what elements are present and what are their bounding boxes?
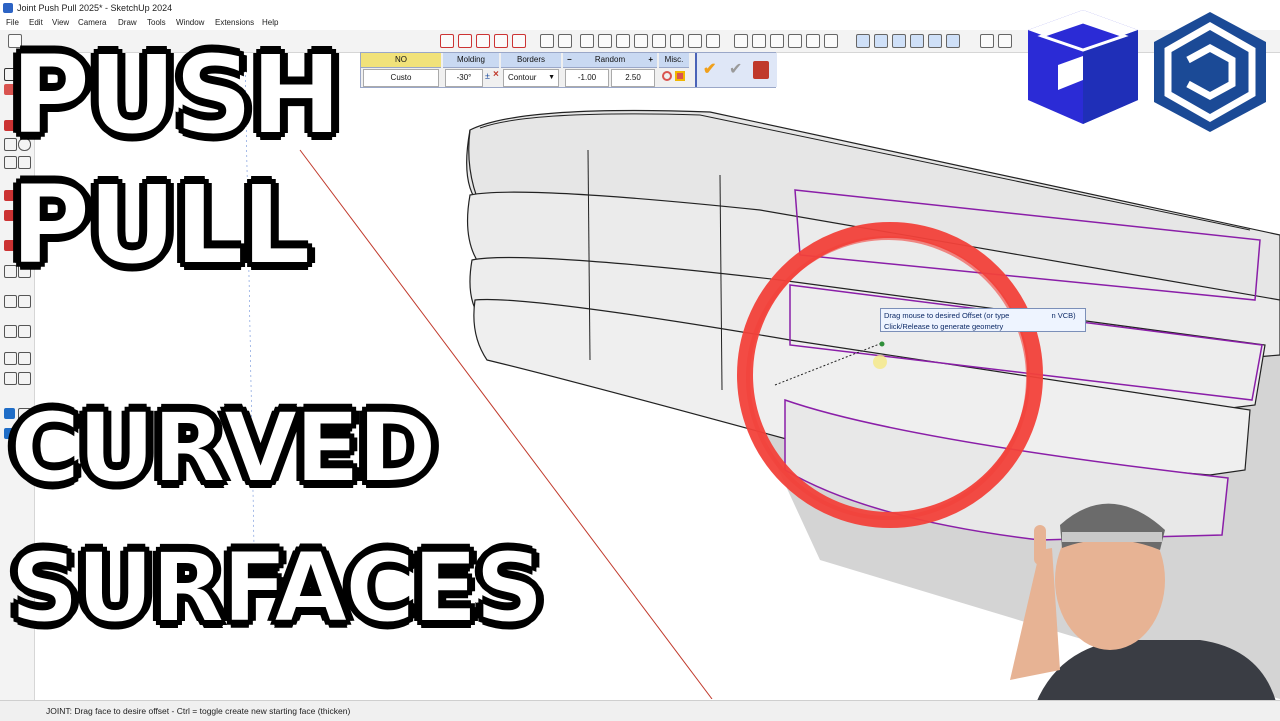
extension-cube-logo-icon (1028, 10, 1138, 124)
borders-value: Contour (508, 73, 537, 82)
chevron-down-icon: ▼ (548, 74, 555, 81)
joint-push-pull-panel: NO Custo Molding -30° ± × Borders Contou… (360, 52, 777, 88)
3d-text-icon[interactable] (18, 325, 31, 338)
status-text: JOINT: Drag face to desire offset - Ctrl… (46, 706, 351, 716)
sketchup-logo-icon (1154, 12, 1266, 132)
protractor-tool-icon[interactable] (4, 295, 17, 308)
random-min-field[interactable]: -1.00 (565, 69, 609, 87)
cancel-icon[interactable]: ✔ (729, 61, 747, 79)
drag-tooltip: Drag mouse to desired Offset (or type n … (880, 308, 1086, 332)
menu-edit[interactable]: Edit (29, 16, 43, 30)
molding-angle-field[interactable]: -30° (445, 69, 483, 87)
panel-section-molding: Molding -30° ± × (443, 53, 499, 87)
headline-curved: CURVED (9, 392, 438, 504)
ok-check-icon[interactable]: ✔ (703, 61, 721, 79)
headline-pull: PULL (9, 161, 312, 289)
menu-view[interactable]: View (52, 16, 69, 30)
menu-draw[interactable]: Draw (118, 16, 137, 30)
menu-camera[interactable]: Camera (78, 16, 106, 30)
panel-section-random: − Random + -1.00 2.50 (563, 53, 657, 87)
menu-extensions[interactable]: Extensions (215, 16, 254, 30)
app-icon (3, 3, 13, 13)
random-header-label: Random (594, 55, 626, 64)
drag-endpoint (879, 341, 885, 347)
molding-clear-icon[interactable]: × (493, 69, 499, 80)
tooltip-line2: Click/Release to generate geometry (884, 322, 1004, 331)
menu-window[interactable]: Window (176, 16, 204, 30)
rotate-icon[interactable] (458, 34, 472, 48)
top-view-icon[interactable] (752, 34, 766, 48)
random-plus-button[interactable]: + (648, 53, 653, 67)
tooltip-line1: Drag mouse to desired Offset (or type (884, 311, 1010, 320)
molding-header: Molding (443, 53, 499, 68)
pan-icon[interactable] (598, 34, 612, 48)
headline-surfaces: SURFACES (9, 532, 545, 644)
misc-header: Misc. (659, 53, 689, 68)
custom-field[interactable]: Custo (363, 69, 439, 87)
iso-view-icon[interactable] (734, 34, 748, 48)
pan-tool-icon[interactable] (18, 352, 31, 365)
menu-file[interactable]: File (6, 16, 19, 30)
front-view-icon[interactable] (770, 34, 784, 48)
cursor-highlight (873, 355, 887, 369)
back-view-icon[interactable] (806, 34, 820, 48)
scale-icon[interactable] (476, 34, 490, 48)
walk-icon[interactable] (706, 34, 720, 48)
monochrome-icon[interactable] (946, 34, 960, 48)
tape-icon[interactable] (540, 34, 554, 48)
text-icon[interactable] (18, 295, 31, 308)
offset-icon[interactable] (494, 34, 508, 48)
left-view-icon[interactable] (824, 34, 838, 48)
zoom-extents-icon[interactable] (652, 34, 666, 48)
zoom-tool-icon[interactable] (4, 372, 17, 385)
tooltip-line1-tail: n VCB) (1051, 311, 1076, 320)
orbit-tool-icon[interactable] (4, 352, 17, 365)
shaded-icon[interactable] (910, 34, 924, 48)
window-title: Joint Push Pull 2025* - SketchUp 2024 (17, 3, 173, 13)
move-icon[interactable] (440, 34, 454, 48)
zoom-window-icon[interactable] (634, 34, 648, 48)
followme-icon[interactable] (512, 34, 526, 48)
no-header[interactable]: NO (361, 53, 441, 68)
zoom-extents-tool-icon[interactable] (18, 372, 31, 385)
panel-section-actions: ✔ ✔ (695, 53, 777, 87)
random-minus-button[interactable]: − (567, 53, 572, 67)
presenter-image (1010, 503, 1280, 720)
plus-minus-toggle[interactable]: ± (485, 71, 490, 81)
undo-icon[interactable] (662, 71, 672, 81)
previous-view-icon[interactable] (670, 34, 684, 48)
wireframe-icon[interactable] (874, 34, 888, 48)
panel-section-no: NO Custo (361, 53, 441, 87)
zoom-icon[interactable] (616, 34, 630, 48)
record-icon[interactable] (675, 71, 685, 81)
menu-help[interactable]: Help (262, 16, 278, 30)
menu-tools[interactable]: Tools (147, 16, 166, 30)
axes-icon[interactable] (4, 325, 17, 338)
xray-icon[interactable] (856, 34, 870, 48)
hidden-line-icon[interactable] (892, 34, 906, 48)
orbit-icon[interactable] (580, 34, 594, 48)
textured-icon[interactable] (928, 34, 942, 48)
status-bar: JOINT: Drag face to desire offset - Ctrl… (0, 700, 1280, 721)
borders-dropdown[interactable]: Contour ▼ (503, 69, 559, 87)
headline-push: PUSH (9, 31, 343, 159)
protractor-icon[interactable] (558, 34, 572, 48)
panel-section-borders: Borders Contour ▼ (501, 53, 561, 87)
borders-header: Borders (501, 53, 561, 68)
sandbox-smoove-icon[interactable] (998, 34, 1012, 48)
random-max-field[interactable]: 2.50 (611, 69, 655, 87)
panel-section-misc: Misc. (659, 53, 689, 87)
position-camera-icon[interactable] (688, 34, 702, 48)
exit-icon[interactable] (753, 61, 769, 79)
sandbox-icon[interactable] (980, 34, 994, 48)
right-view-icon[interactable] (788, 34, 802, 48)
random-header: − Random + (563, 53, 657, 68)
